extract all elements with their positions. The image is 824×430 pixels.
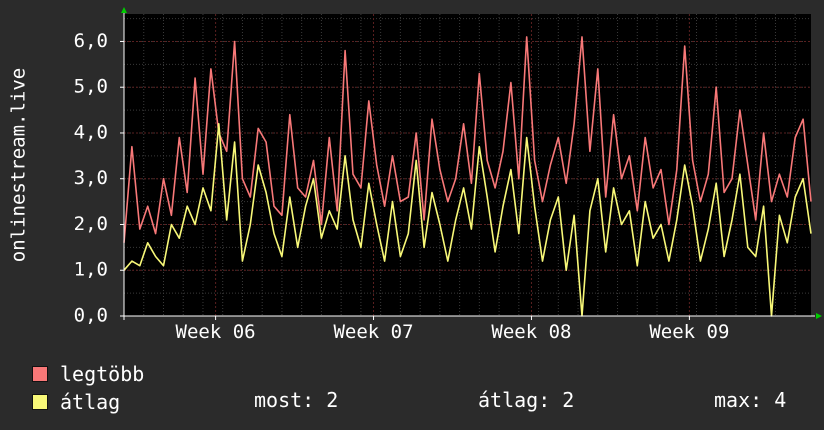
y-axis-title: onlinestream.live <box>8 68 30 262</box>
y-tick-label: 0,0 <box>74 305 108 327</box>
x-ticks: Week 06 Week 07 Week 08 Week 09 <box>176 316 729 343</box>
x-tick-label: Week 09 <box>649 321 729 343</box>
stat-now: most: 2 <box>254 388 339 412</box>
legend-label-max: legtöbb <box>60 362 145 386</box>
stat-max: max: 4 <box>714 388 787 412</box>
legend-label-avg: átlag <box>60 390 121 414</box>
x-tick-label: Week 06 <box>176 321 256 343</box>
y-tick-label: 1,0 <box>74 259 108 281</box>
y-tick-label: 3,0 <box>74 167 108 189</box>
legend-swatch-max <box>32 366 48 382</box>
plot-canvas <box>124 14 811 316</box>
stat-avg: átlag: 2 <box>478 388 575 412</box>
y-tick-label: 5,0 <box>74 76 108 98</box>
chart: 0,01,02,03,04,05,06,0 Week 06 Week 07 Week… <box>8 7 822 343</box>
x-axis-arrow-icon <box>816 313 822 319</box>
x-tick-label: Week 07 <box>333 321 413 343</box>
y-tick-label: 2,0 <box>74 213 108 235</box>
legend-item-max: legtöbb <box>32 360 144 388</box>
x-tick-label: Week 08 <box>491 321 571 343</box>
y-axis-arrow-icon <box>121 7 127 13</box>
y-tick-label: 4,0 <box>74 121 108 143</box>
legend-swatch-avg <box>32 394 48 410</box>
y-tick-label: 6,0 <box>74 30 108 52</box>
legend-item-avg: átlag <box>32 388 120 416</box>
y-ticks: 0,0 1,0 2,0 3,0 4,0 5,0 6,0 <box>74 30 124 327</box>
